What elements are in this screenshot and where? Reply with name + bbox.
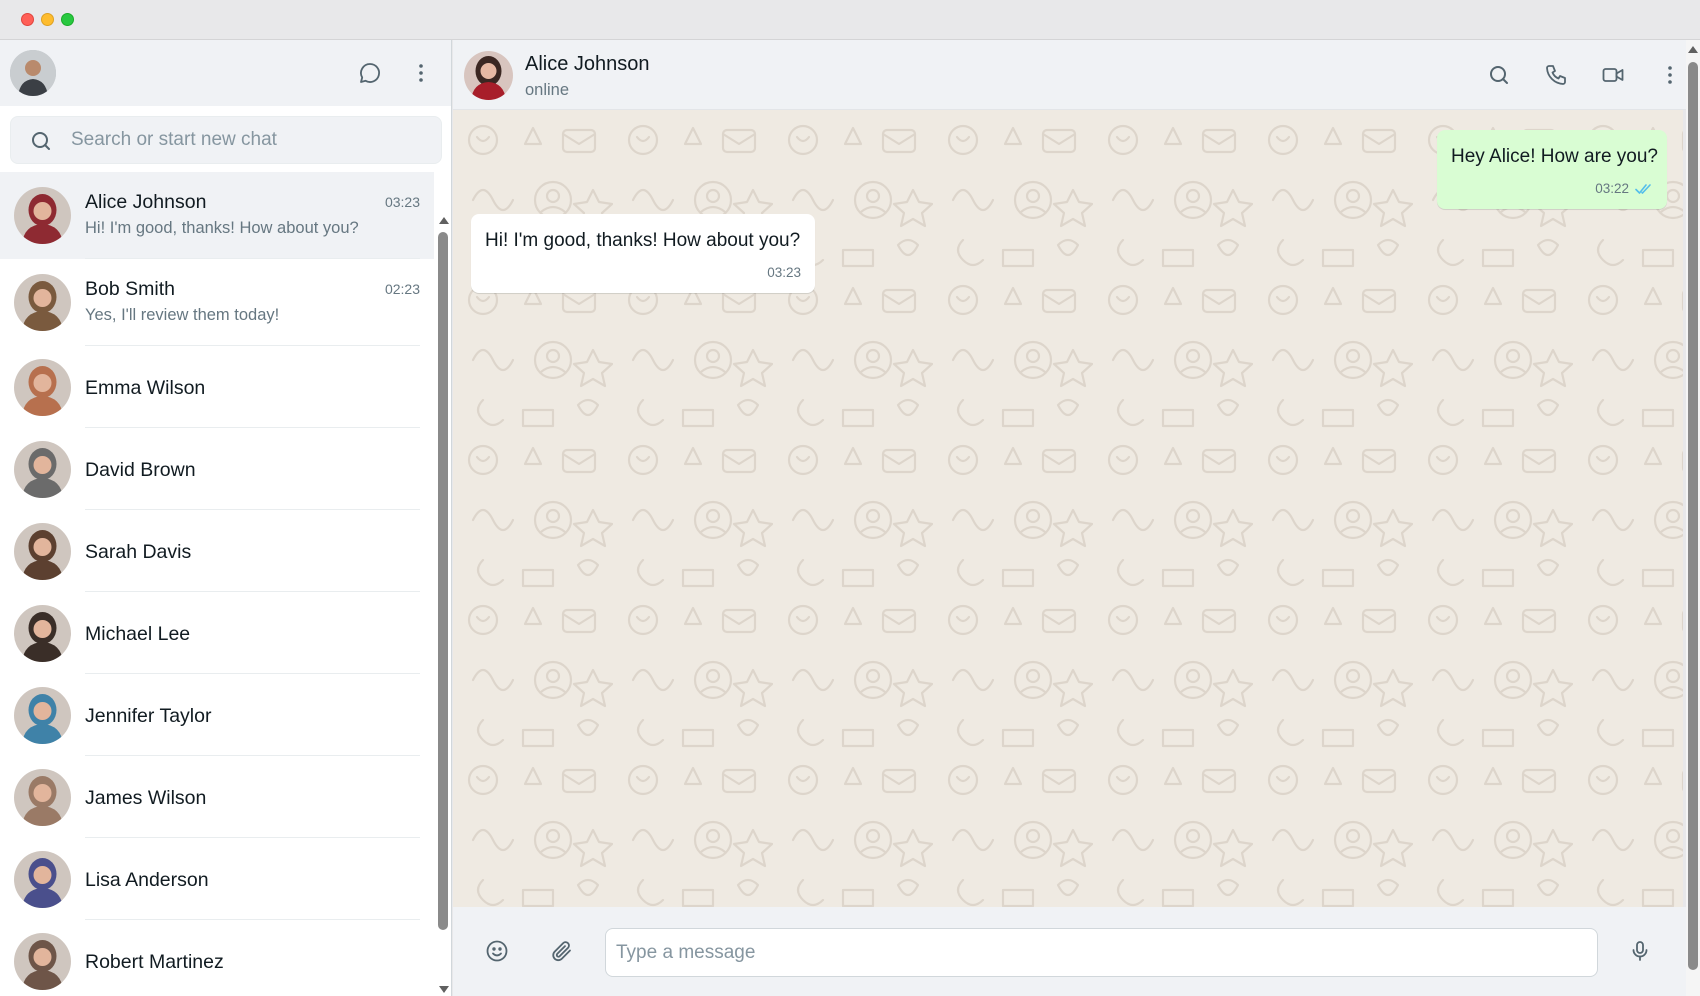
chat-name: Lisa Anderson xyxy=(85,869,209,891)
chat-list-item[interactable]: Sarah Davis xyxy=(0,510,434,592)
scroll-down-arrow-icon[interactable] xyxy=(439,986,449,993)
phone-icon[interactable] xyxy=(1538,57,1574,93)
conversation-header: Alice Johnson online xyxy=(453,40,1686,110)
chat-preview: Hi! I'm good, thanks! How about you? xyxy=(85,219,359,237)
avatar xyxy=(14,359,71,416)
window-minimize-button[interactable] xyxy=(41,13,54,26)
conversation-menu-icon[interactable] xyxy=(1652,57,1688,93)
chat-name: Robert Martinez xyxy=(85,951,224,973)
chat-item-body: Sarah Davis xyxy=(85,510,420,592)
my-profile-avatar[interactable] xyxy=(10,50,56,96)
avatar xyxy=(14,687,71,744)
avatar xyxy=(14,769,71,826)
scroll-up-arrow-icon[interactable] xyxy=(439,217,449,224)
chat-list-scrollbar[interactable] xyxy=(436,172,450,996)
chat-item-body: Bob Smith 02:23 Yes, I'll review them toda… xyxy=(85,259,420,346)
avatar xyxy=(14,605,71,662)
emoji-icon[interactable] xyxy=(479,933,515,969)
chat-list-item[interactable]: Lisa Anderson xyxy=(0,838,434,920)
chat-wallpaper: Hey Alice! How are you? 03:22 Hi! I'm go… xyxy=(453,110,1683,907)
chat-item-body: Jennifer Taylor xyxy=(85,674,420,756)
contact-name[interactable]: Alice Johnson xyxy=(525,53,650,76)
avatar xyxy=(14,933,71,990)
avatar xyxy=(14,187,71,244)
chat-preview: Yes, I'll review them today! xyxy=(85,306,280,324)
chat-list: Alice Johnson 03:23 Hi! I'm good, thanks! … xyxy=(0,172,434,996)
chat-name: Bob Smith xyxy=(85,278,175,300)
contact-avatar[interactable] xyxy=(464,51,513,100)
message-text: Hi! I'm good, thanks! How about you? xyxy=(485,230,801,251)
video-icon[interactable] xyxy=(1595,57,1631,93)
message-composer xyxy=(453,907,1686,996)
chat-name: James Wilson xyxy=(85,787,207,809)
window-scroll-thumb[interactable] xyxy=(1688,62,1698,970)
chat-list-item[interactable]: Bob Smith 02:23 Yes, I'll review them toda… xyxy=(0,259,434,346)
chat-list-item[interactable]: Alice Johnson 03:23 Hi! I'm good, thanks! … xyxy=(0,172,434,259)
chat-list-item[interactable]: Robert Martinez xyxy=(0,920,434,996)
message-time: 03:23 xyxy=(767,265,801,280)
chat-sidebar: Alice Johnson 03:23 Hi! I'm good, thanks! … xyxy=(0,40,452,996)
scroll-thumb[interactable] xyxy=(438,232,448,930)
menu-dots-icon[interactable] xyxy=(403,55,439,91)
window-zoom-button[interactable] xyxy=(61,13,74,26)
chat-item-body: Robert Martinez xyxy=(85,920,420,996)
window-close-button[interactable] xyxy=(21,13,34,26)
chat-item-body: Michael Lee xyxy=(85,592,420,674)
read-ticks-icon xyxy=(1635,184,1651,194)
chat-list-item[interactable]: Jennifer Taylor xyxy=(0,674,434,756)
new-chat-icon[interactable] xyxy=(352,55,388,91)
message-input[interactable] xyxy=(605,928,1598,977)
microphone-icon[interactable] xyxy=(1622,933,1658,969)
contact-status: online xyxy=(525,81,570,99)
message-text: Hey Alice! How are you? xyxy=(1451,146,1658,167)
window-scrollbar[interactable] xyxy=(1686,40,1700,996)
incoming-message[interactable]: Hi! I'm good, thanks! How about you? 03:… xyxy=(471,214,815,293)
conversation-panel: Alice Johnson online Hey Alice! How are … xyxy=(453,40,1686,996)
outgoing-message[interactable]: Hey Alice! How are you? 03:22 xyxy=(1437,130,1667,209)
chat-item-body: Emma Wilson xyxy=(85,346,420,428)
chat-time: 02:23 xyxy=(384,281,420,297)
chat-item-body: David Brown xyxy=(85,428,420,510)
attach-icon[interactable] xyxy=(544,933,580,969)
avatar xyxy=(14,851,71,908)
avatar xyxy=(14,274,71,331)
sidebar-header xyxy=(0,40,451,106)
chat-name: Jennifer Taylor xyxy=(85,705,212,727)
search-box xyxy=(10,116,442,164)
message-time: 03:22 xyxy=(1595,181,1629,196)
chat-item-body: James Wilson xyxy=(85,756,420,838)
chat-name: Emma Wilson xyxy=(85,377,206,399)
chat-list-item[interactable]: James Wilson xyxy=(0,756,434,838)
chat-name: Sarah Davis xyxy=(85,541,192,563)
chat-item-body: Alice Johnson 03:23 Hi! I'm good, thanks! … xyxy=(85,172,420,259)
window-scroll-up-arrow-icon[interactable] xyxy=(1688,46,1698,53)
chat-item-body: Lisa Anderson xyxy=(85,838,420,920)
search-area xyxy=(0,106,451,176)
search-icon xyxy=(32,132,50,150)
search-input[interactable] xyxy=(71,117,431,163)
search-icon[interactable] xyxy=(1481,57,1517,93)
window-titlebar xyxy=(0,0,1700,40)
chat-time: 03:23 xyxy=(384,194,420,210)
chat-list-item[interactable]: Michael Lee xyxy=(0,592,434,674)
chat-list-item[interactable]: David Brown xyxy=(0,428,434,510)
chat-list-item[interactable]: Emma Wilson xyxy=(0,346,434,428)
chat-name: Alice Johnson xyxy=(85,191,207,213)
avatar xyxy=(14,441,71,498)
avatar xyxy=(14,523,71,580)
chat-name: Michael Lee xyxy=(85,623,191,645)
chat-name: David Brown xyxy=(85,459,196,481)
